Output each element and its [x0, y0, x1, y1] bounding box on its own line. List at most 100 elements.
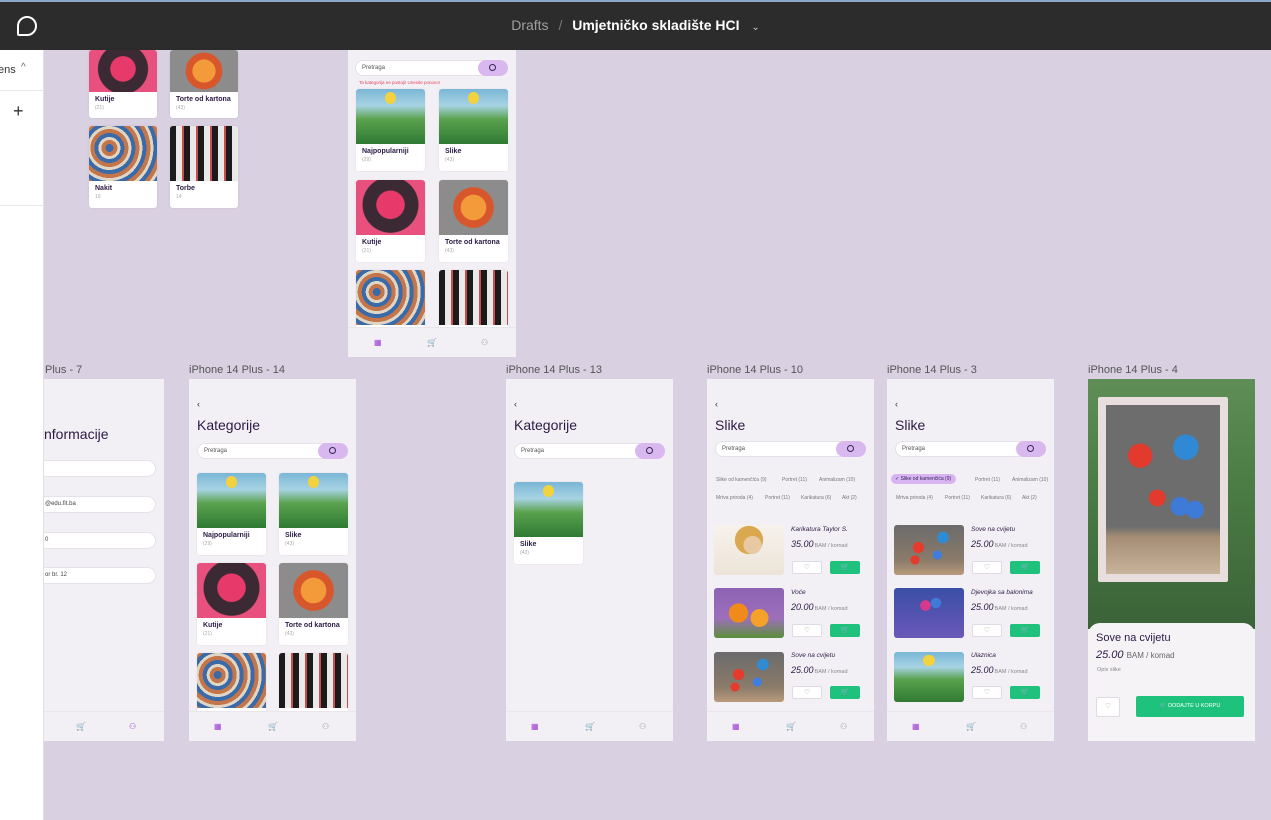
category-card[interactable]: Torte od kartona (43): [439, 180, 508, 262]
product-image[interactable]: [894, 525, 964, 575]
category-card[interactable]: Kutije (21): [356, 180, 425, 262]
category-card[interactable]: Kutije (21): [89, 50, 157, 118]
user-icon[interactable]: ⚇: [1020, 722, 1027, 731]
add-to-cart-button[interactable]: 🛒: [1010, 624, 1040, 637]
filter-chip[interactable]: Portret (11): [975, 477, 1000, 483]
search-button[interactable]: [318, 443, 348, 459]
back-icon[interactable]: ‹: [895, 399, 898, 409]
name-field[interactable]: [44, 460, 156, 477]
product-image[interactable]: [714, 588, 784, 638]
category-card[interactable]: Torte od kartona (43): [170, 50, 238, 118]
category-card[interactable]: Torbe 14: [170, 126, 238, 208]
add-to-cart-button[interactable]: 🛒 DODAJTE U KORPU: [1136, 696, 1244, 717]
phone-field[interactable]: 0: [44, 532, 156, 549]
add-to-cart-button[interactable]: 🛒: [830, 624, 860, 637]
frame-label[interactable]: iPhone 14 Plus - 14: [189, 364, 285, 376]
back-icon[interactable]: ‹: [197, 399, 200, 409]
search-button[interactable]: [635, 443, 665, 459]
chevron-up-icon[interactable]: ^: [21, 62, 26, 73]
chevron-down-icon[interactable]: ⌄: [751, 22, 759, 33]
heart-icon[interactable]: ♡: [972, 561, 1002, 574]
filter-chip[interactable]: Portret (11): [945, 495, 970, 501]
filter-chip[interactable]: Slike od kamenčića (9): [716, 477, 767, 483]
frame-kategorije-search[interactable]: ‹ Kategorije Pretraga Slike (43) ▦ 🛒 ⚇: [506, 379, 673, 741]
back-icon[interactable]: ‹: [715, 399, 718, 409]
filter-chip[interactable]: Portret (11): [782, 477, 807, 483]
category-card[interactable]: Kutije (21): [197, 563, 266, 645]
search-button[interactable]: [1016, 441, 1046, 457]
category-card[interactable]: [279, 653, 348, 713]
user-icon[interactable]: ⚇: [639, 722, 646, 731]
search-input[interactable]: Pretraga: [355, 60, 508, 76]
grid-icon[interactable]: ▦: [732, 722, 740, 731]
product-photo[interactable]: [1098, 397, 1228, 582]
breadcrumb-drafts[interactable]: Drafts: [511, 17, 548, 33]
frame-slike-filtered[interactable]: ‹ Slike Pretraga ✓ Slike od kamenčića (9…: [887, 379, 1054, 741]
frame-informacije[interactable]: nformacije @edu.fit.ba 0 or br. 12 🛒 ⚇: [44, 379, 164, 741]
plus-icon[interactable]: +: [13, 101, 24, 122]
frame-kategorije[interactable]: ‹ Kategorije Pretraga Najpopularniji (29…: [189, 379, 356, 741]
user-icon[interactable]: ⚇: [840, 722, 847, 731]
search-input[interactable]: Pretraga: [197, 443, 348, 459]
heart-icon[interactable]: ♡: [792, 686, 822, 699]
filter-chip-active[interactable]: ✓ Slike od kamenčića (9): [891, 474, 957, 484]
category-card[interactable]: Torte od kartona (43): [279, 563, 348, 645]
panel-section-label[interactable]: ens: [0, 64, 16, 76]
filter-chip[interactable]: Mrtva priroda (4): [896, 495, 933, 501]
search-input[interactable]: Pretraga: [895, 441, 1046, 457]
category-card[interactable]: Najpopularniji (29): [197, 473, 266, 555]
frame-label[interactable]: iPhone 14 Plus - 13: [506, 364, 602, 376]
cart-icon[interactable]: 🛒: [268, 722, 278, 731]
frame-slike[interactable]: ‹ Slike Pretraga Slike od kamenčića (9) …: [707, 379, 874, 741]
category-card[interactable]: Slike (43): [514, 482, 583, 564]
filter-chip[interactable]: Animalizam (10): [819, 477, 855, 483]
filter-chip[interactable]: Animalizam (10): [1012, 477, 1048, 483]
filter-chip[interactable]: Karikatura (6): [981, 495, 1011, 501]
search-button[interactable]: [478, 60, 508, 76]
heart-icon[interactable]: ♡: [792, 624, 822, 637]
category-card[interactable]: Najpopularniji (29): [356, 89, 425, 171]
user-icon[interactable]: ⚇: [129, 722, 136, 731]
search-input[interactable]: Pretraga: [715, 441, 866, 457]
category-card[interactable]: [439, 270, 508, 330]
add-to-cart-button[interactable]: 🛒: [1010, 561, 1040, 574]
frame-label[interactable]: iPhone 14 Plus - 3: [887, 364, 977, 376]
frame-label[interactable]: iPhone 14 Plus - 10: [707, 364, 803, 376]
heart-icon[interactable]: ♡: [1096, 697, 1120, 717]
cart-icon[interactable]: 🛒: [786, 722, 796, 731]
back-icon[interactable]: ‹: [514, 399, 517, 409]
address-field[interactable]: or br. 12: [44, 567, 156, 584]
grid-icon[interactable]: ▦: [374, 338, 382, 347]
add-to-cart-button[interactable]: 🛒: [830, 561, 860, 574]
frame-product-detail[interactable]: Sove na cvijetu 25.00 BAM / komad Opis s…: [1088, 379, 1255, 741]
category-card[interactable]: Nakit 19: [89, 126, 157, 208]
filter-chip[interactable]: Akt (2): [842, 495, 857, 501]
product-image[interactable]: [894, 652, 964, 702]
category-card[interactable]: Slike (43): [279, 473, 348, 555]
filter-chip[interactable]: Mrtva priroda (4): [716, 495, 753, 501]
category-card[interactable]: [356, 270, 425, 330]
product-image[interactable]: [714, 652, 784, 702]
category-card[interactable]: Slike (43): [439, 89, 508, 171]
frame-label[interactable]: iPhone 14 Plus - 4: [1088, 364, 1178, 376]
product-image[interactable]: [894, 588, 964, 638]
frame-search-error[interactable]: Pretraga Ta kategorija ne postoji! Unesi…: [348, 50, 516, 357]
user-icon[interactable]: ⚇: [481, 338, 488, 347]
cart-icon[interactable]: 🛒: [427, 338, 437, 347]
filter-chip[interactable]: Karikatura (6): [801, 495, 831, 501]
search-button[interactable]: [836, 441, 866, 457]
heart-icon[interactable]: ♡: [972, 686, 1002, 699]
search-input[interactable]: Pretraga: [514, 443, 665, 459]
add-to-cart-button[interactable]: 🛒: [830, 686, 860, 699]
email-field[interactable]: @edu.fit.ba: [44, 496, 156, 513]
frame-label[interactable]: Plus - 7: [45, 364, 82, 376]
add-to-cart-button[interactable]: 🛒: [1010, 686, 1040, 699]
heart-icon[interactable]: ♡: [972, 624, 1002, 637]
cart-icon[interactable]: 🛒: [76, 722, 86, 731]
heart-icon[interactable]: ♡: [792, 561, 822, 574]
grid-icon[interactable]: ▦: [214, 722, 222, 731]
product-image[interactable]: [714, 525, 784, 575]
category-card[interactable]: [197, 653, 266, 713]
cart-icon[interactable]: 🛒: [585, 722, 595, 731]
file-title[interactable]: Umjetničko skladište HCI: [572, 17, 739, 33]
